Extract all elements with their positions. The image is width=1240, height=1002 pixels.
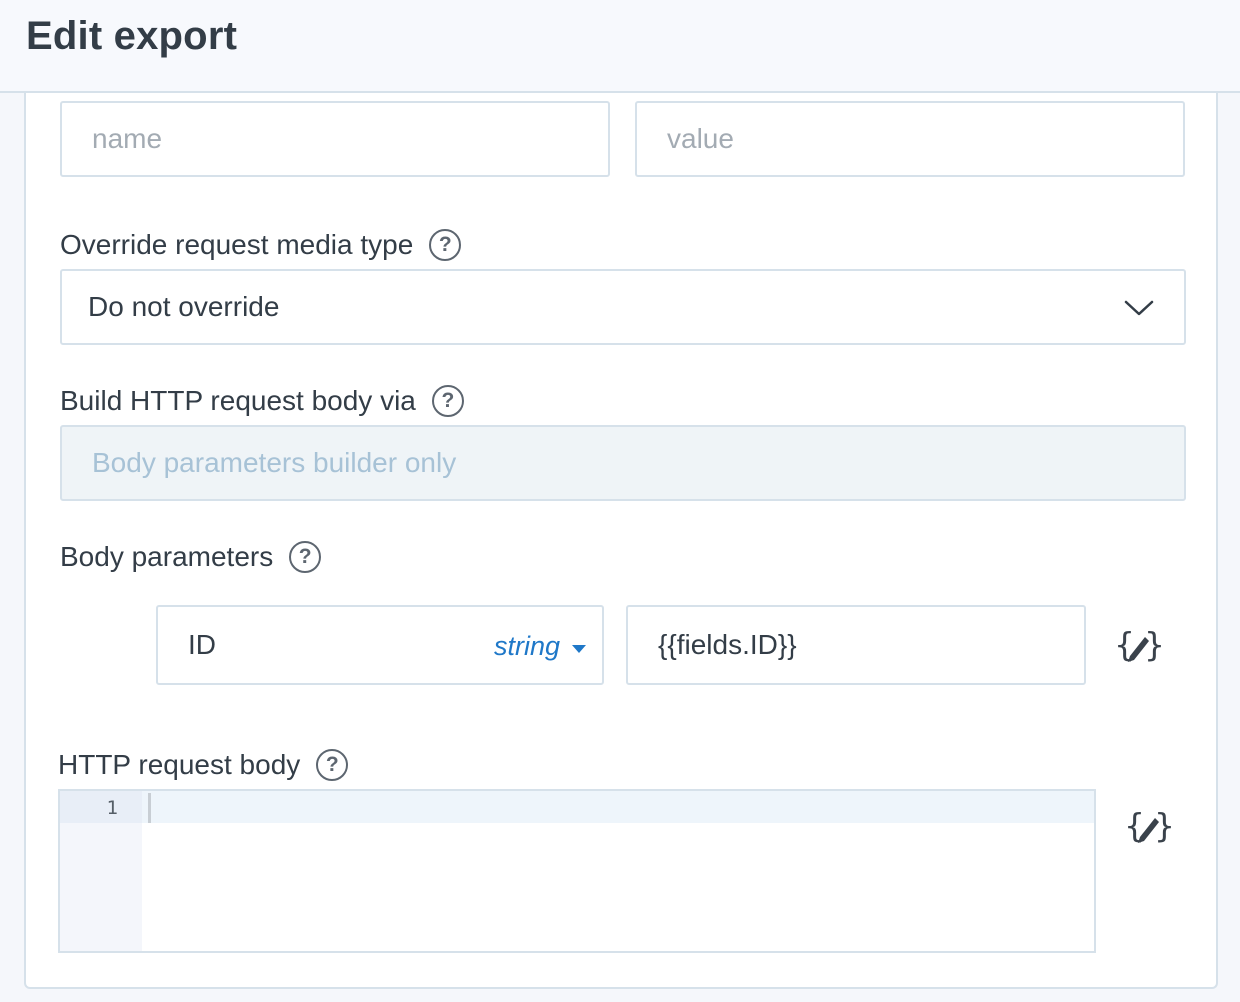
media-type-label: Override request media type ? bbox=[60, 227, 462, 263]
body-param-type: string bbox=[493, 631, 560, 661]
svg-text:}: } bbox=[1154, 806, 1174, 845]
line-number: 1 bbox=[106, 797, 118, 819]
http-body-label: HTTP request body ? bbox=[58, 747, 349, 783]
body-parameters-label: Body parameters ? bbox=[60, 539, 322, 575]
caret-down-icon bbox=[572, 644, 586, 653]
http-body-editor[interactable]: 1 bbox=[58, 789, 1096, 953]
body-param-value-input[interactable]: {{fields.ID}} bbox=[626, 605, 1086, 685]
active-line-highlight bbox=[60, 791, 1094, 823]
help-circle-icon[interactable]: ? bbox=[316, 749, 349, 781]
header-name-input[interactable]: name bbox=[60, 101, 610, 177]
media-type-selected: Do not override bbox=[88, 291, 280, 322]
body-via-select: Body parameters builder only bbox=[60, 425, 1186, 501]
body-param-name: ID bbox=[188, 629, 216, 660]
help-circle-icon[interactable]: ? bbox=[429, 229, 462, 261]
body-via-label: Build HTTP request body via ? bbox=[60, 383, 464, 419]
body-param-value: {{fields.ID}} bbox=[658, 629, 797, 660]
svg-text:}: } bbox=[1144, 625, 1164, 664]
body-param-type-select[interactable]: string bbox=[494, 631, 586, 662]
editor-cursor bbox=[148, 793, 151, 823]
body-parameters-label-text: Body parameters bbox=[60, 541, 274, 572]
header-value-input[interactable]: value bbox=[635, 101, 1185, 177]
help-circle-icon[interactable]: ? bbox=[289, 541, 322, 573]
media-type-select[interactable]: Do not override bbox=[60, 269, 1186, 345]
handlebars-editor-icon[interactable]: { } bbox=[1124, 806, 1174, 846]
media-type-label-text: Override request media type bbox=[60, 229, 414, 260]
help-circle-icon[interactable]: ? bbox=[431, 385, 464, 417]
body-via-label-text: Build HTTP request body via bbox=[60, 385, 416, 416]
body-via-value: Body parameters builder only bbox=[92, 447, 457, 478]
page-title: Edit export bbox=[26, 14, 238, 58]
page-header: Edit export bbox=[0, 0, 1240, 93]
body-param-name-input[interactable]: ID string bbox=[156, 605, 604, 685]
header-name-placeholder: name bbox=[92, 123, 163, 154]
header-value-placeholder: value bbox=[667, 123, 734, 154]
handlebars-editor-icon[interactable]: { } bbox=[1114, 625, 1164, 665]
chevron-down-icon bbox=[1124, 300, 1154, 316]
http-body-label-text: HTTP request body bbox=[58, 749, 301, 780]
